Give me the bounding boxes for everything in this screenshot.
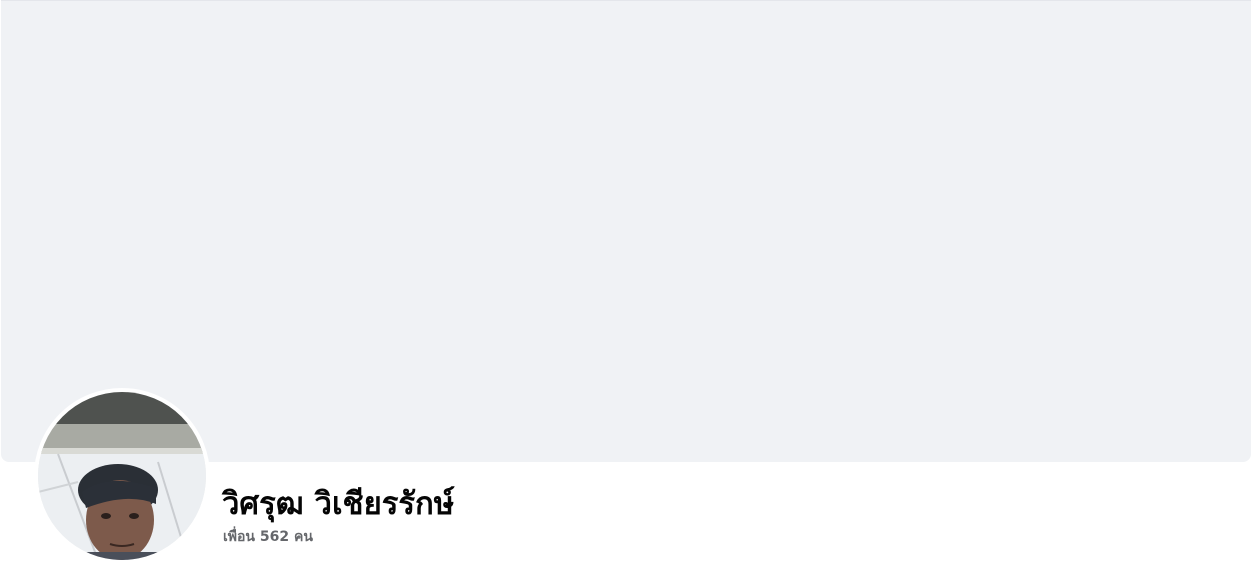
avatar-photo — [38, 392, 206, 560]
friends-count-link[interactable]: เพื่อน 562 คน — [223, 527, 313, 547]
profile-avatar[interactable] — [34, 388, 210, 564]
profile-header: วิศรุฒ วิเชียรรักษ์ เพื่อน 562 คน — [0, 0, 1253, 576]
profile-name: วิศรุฒ วิเชียรรักษ์ — [222, 486, 455, 522]
cover-photo[interactable] — [1, 0, 1251, 462]
